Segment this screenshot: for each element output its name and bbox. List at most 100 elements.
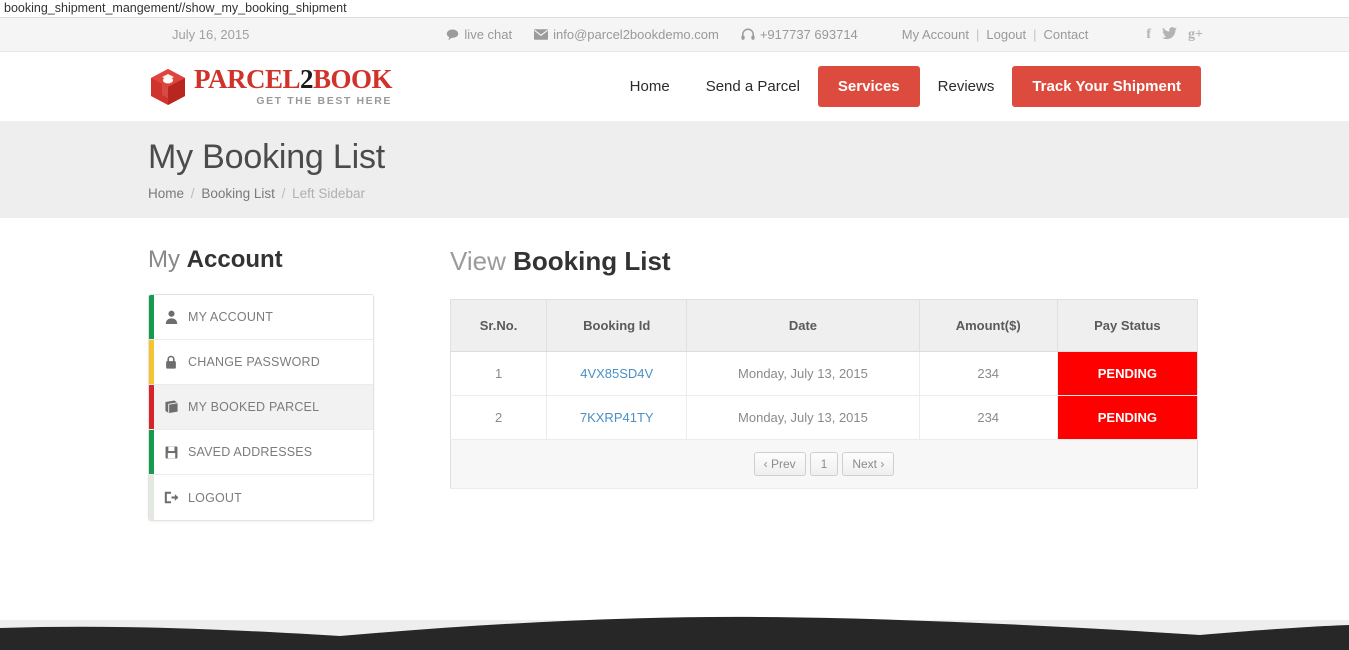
cell-amount: 234 [919, 351, 1058, 396]
account-menu: MY ACCOUNT CHANGE PASSWORD MY BOOKED PAR… [148, 294, 374, 521]
my-account-link[interactable]: My Account [902, 27, 969, 42]
breadcrumb-home[interactable]: Home [148, 186, 184, 201]
page-content: My Account MY ACCOUNT CHANGE PASSWORD MY… [0, 218, 1349, 521]
logo-word-book: BOOK [313, 64, 393, 95]
status-badge[interactable]: PENDING [1057, 395, 1198, 440]
booking-list-panel: View Booking List Sr.No. Booking Id Date… [448, 246, 1349, 521]
nav-item-home[interactable]: Home [612, 68, 688, 105]
page-1-button[interactable]: 1 [809, 452, 839, 476]
breadcrumb-sep-1: / [190, 185, 195, 201]
pagination-row: ‹ Prev 1 Next › [450, 439, 1198, 489]
pagination: ‹ Prev 1 Next › [457, 452, 1191, 476]
google-plus-icon[interactable]: g+ [1188, 27, 1203, 43]
nav-item-services[interactable]: Services [817, 66, 920, 107]
link-separator-2: | [1033, 27, 1037, 42]
site-logo[interactable]: PARCEL2BOOK GET THE BEST HERE [148, 64, 393, 108]
column-header-date[interactable]: Date [686, 299, 920, 352]
sidebar-item-saved-addresses[interactable]: SAVED ADDRESSES [149, 430, 373, 475]
cell-date: Monday, July 13, 2015 [686, 395, 920, 440]
cell-date: Monday, July 13, 2015 [686, 351, 920, 396]
topbar-contacts: live chat info@parcel2bookdemo.com +9177… [446, 27, 1209, 43]
cell-sr-no: 1 [450, 351, 548, 396]
social-links: f g+ [1146, 27, 1203, 43]
sidebar-item-label: MY ACCOUNT [188, 310, 274, 324]
column-header-sr-no[interactable]: Sr.No. [450, 299, 548, 352]
breadcrumb-sep-2: / [281, 185, 286, 201]
booking-heading-light: View [450, 246, 506, 276]
live-chat-link[interactable]: live chat [446, 27, 512, 42]
prev-page-button[interactable]: ‹ Prev [753, 452, 806, 476]
footer-wave-shape [0, 616, 1349, 650]
logout-link[interactable]: Logout [986, 27, 1026, 42]
url-text: booking_shipment_mangement//show_my_book… [4, 1, 347, 15]
breadcrumb: Home / Booking List / Left Sidebar [148, 186, 1349, 201]
booking-table: Sr.No. Booking Id Date Amount($) Pay Sta… [450, 299, 1198, 489]
column-header-pay-status[interactable]: Pay Status [1057, 299, 1198, 352]
sidebar-item-my-booked-parcel[interactable]: MY BOOKED PARCEL [149, 385, 373, 430]
parcel-box-icon [148, 67, 188, 107]
phone-link[interactable]: +917737 693714 [741, 27, 858, 42]
email-link[interactable]: info@parcel2bookdemo.com [534, 27, 719, 42]
booking-id-link[interactable]: 4VX85SD4V [580, 366, 653, 381]
sidebar-item-my-account[interactable]: MY ACCOUNT [149, 295, 373, 340]
account-links: My Account | Logout | Contact [902, 27, 1089, 42]
logo-tagline: GET THE BEST HERE [256, 95, 393, 108]
twitter-icon[interactable] [1162, 26, 1177, 43]
user-icon [154, 310, 188, 324]
nav-item-track-your-shipment[interactable]: Track Your Shipment [1012, 66, 1201, 107]
cell-booking-id: 7KXRP41TY [546, 395, 688, 440]
booking-table-body: 1 4VX85SD4V Monday, July 13, 2015 234 PE… [450, 351, 1198, 489]
breadcrumb-current: Left Sidebar [292, 185, 365, 201]
main-nav: Home Send a Parcel Services Reviews Trac… [612, 66, 1201, 107]
cell-booking-id: 4VX85SD4V [546, 351, 688, 396]
nav-item-reviews[interactable]: Reviews [920, 68, 1013, 105]
footer-wave [0, 598, 1349, 650]
chat-bubble-icon [446, 28, 459, 41]
status-badge[interactable]: PENDING [1057, 351, 1198, 396]
booking-list-heading: View Booking List [450, 246, 1201, 277]
phone-label: +917737 693714 [759, 27, 858, 42]
headset-icon [741, 28, 755, 41]
booking-heading-bold: Booking List [513, 246, 671, 276]
envelope-icon [534, 29, 549, 40]
save-icon [154, 446, 188, 459]
sidebar-item-logout[interactable]: LOGOUT [149, 475, 373, 520]
table-header-row: Sr.No. Booking Id Date Amount($) Pay Sta… [450, 299, 1198, 352]
link-separator-1: | [975, 27, 980, 42]
nav-item-send-a-parcel[interactable]: Send a Parcel [688, 68, 818, 105]
pagination-cell: ‹ Prev 1 Next › [450, 439, 1198, 489]
utility-topbar: July 16, 2015 live chat info@parcel2book… [0, 18, 1349, 52]
page-title-band: My Booking List Home / Booking List / Le… [0, 121, 1349, 218]
breadcrumb-booking-list[interactable]: Booking List [201, 186, 275, 201]
logout-icon [154, 491, 188, 504]
sidebar-heading: My Account [148, 246, 448, 274]
logo-word-parcel: PARCEL [194, 64, 301, 95]
browser-url-bar[interactable]: booking_shipment_mangement//show_my_book… [0, 0, 1349, 18]
email-label: info@parcel2bookdemo.com [553, 27, 719, 42]
next-page-button[interactable]: Next › [842, 452, 895, 476]
contact-link[interactable]: Contact [1044, 27, 1089, 42]
account-sidebar: My Account MY ACCOUNT CHANGE PASSWORD MY… [148, 246, 448, 521]
site-header: PARCEL2BOOK GET THE BEST HERE Home Send … [0, 52, 1349, 121]
book-icon [154, 400, 188, 414]
sidebar-item-change-password[interactable]: CHANGE PASSWORD [149, 340, 373, 385]
table-row: 2 7KXRP41TY Monday, July 13, 2015 234 PE… [450, 395, 1198, 440]
sidebar-item-label: SAVED ADDRESSES [188, 445, 313, 459]
column-header-booking-id[interactable]: Booking Id [546, 299, 688, 352]
table-row: 1 4VX85SD4V Monday, July 13, 2015 234 PE… [450, 351, 1198, 396]
cell-amount: 234 [919, 395, 1058, 440]
sidebar-item-label: LOGOUT [188, 490, 242, 505]
booking-table-head: Sr.No. Booking Id Date Amount($) Pay Sta… [450, 299, 1198, 352]
facebook-icon[interactable]: f [1146, 27, 1151, 43]
sidebar-heading-light: My [148, 246, 180, 273]
booking-id-link[interactable]: 7KXRP41TY [580, 410, 654, 425]
page-title: My Booking List [148, 138, 385, 176]
live-chat-label: live chat [464, 27, 513, 42]
sidebar-item-label: MY BOOKED PARCEL [188, 400, 320, 414]
cell-sr-no: 2 [450, 395, 548, 440]
lock-icon [154, 355, 188, 369]
sidebar-item-label: CHANGE PASSWORD [188, 355, 320, 369]
column-header-amount[interactable]: Amount($) [919, 299, 1058, 352]
sidebar-heading-bold: Account [186, 246, 283, 273]
logo-wordmark: PARCEL2BOOK GET THE BEST HERE [194, 64, 393, 108]
